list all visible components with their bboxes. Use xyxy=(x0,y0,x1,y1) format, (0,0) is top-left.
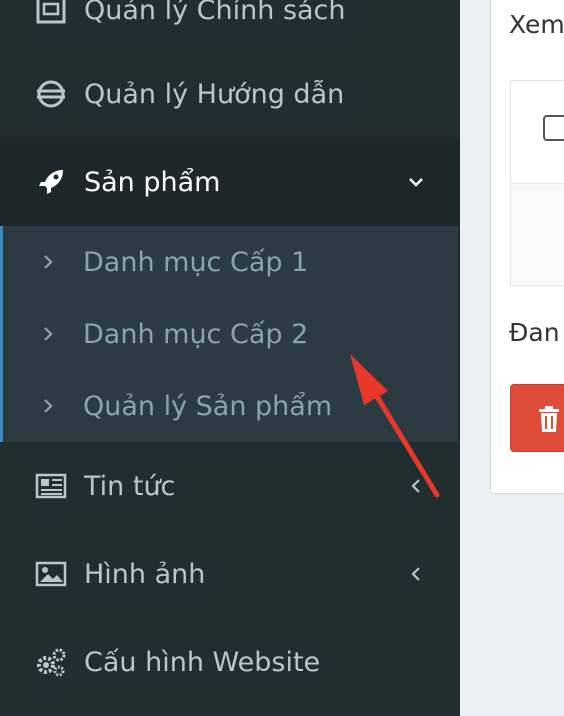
building-icon xyxy=(34,0,68,27)
sidebar-item-guide-management[interactable]: Quản lý Hướng dẫn xyxy=(0,50,460,138)
data-table xyxy=(510,80,564,286)
sidebar-item-news[interactable]: Tin tức xyxy=(0,442,460,530)
sidebar-item-products[interactable]: Sản phẩm xyxy=(0,138,460,226)
selected-label: Đan xyxy=(509,318,560,347)
sidebar: Quản lý Chính sách Quản lý Hướng dẫn Sản… xyxy=(0,0,460,716)
chevron-right-icon xyxy=(44,327,53,341)
sidebar-item-label: Sản phẩm xyxy=(84,166,221,198)
trash-icon xyxy=(539,406,559,432)
submenu-item-category-level-2[interactable]: Danh mục Cấp 2 xyxy=(3,298,458,370)
chevron-left-icon xyxy=(404,474,428,498)
table-header xyxy=(511,81,564,184)
sidebar-item-label: Quản lý Hướng dẫn xyxy=(84,78,345,110)
sidebar-item-label: Hình ảnh xyxy=(84,558,206,590)
submenu-item-product-management[interactable]: Quản lý Sản phẩm xyxy=(3,370,458,442)
sidebar-item-label: Cấu hình Website xyxy=(84,646,321,678)
chevron-down-icon xyxy=(404,170,428,194)
submenu-item-label: Danh mục Cấp 2 xyxy=(83,318,309,350)
view-label: Xem xyxy=(509,10,564,39)
submenu-item-label: Danh mục Cấp 1 xyxy=(83,246,309,278)
sidebar-item-website-settings[interactable]: Cấu hình Website xyxy=(0,618,460,706)
newspaper-icon xyxy=(34,469,68,503)
globe-icon xyxy=(34,77,68,111)
delete-button[interactable] xyxy=(510,384,564,452)
chevron-right-icon xyxy=(44,255,53,269)
submenu-item-label: Quản lý Sản phẩm xyxy=(83,390,333,422)
sidebar-item-label: Tin tức xyxy=(84,470,176,502)
rocket-icon xyxy=(34,165,68,199)
main-content: Xem Đan xyxy=(460,0,564,716)
chevron-left-icon xyxy=(404,562,428,586)
chevron-right-icon xyxy=(44,399,53,413)
table-row xyxy=(511,185,564,285)
submenu-item-category-level-1[interactable]: Danh mục Cấp 1 xyxy=(3,226,458,298)
gears-icon xyxy=(34,645,68,679)
sidebar-item-label: Quản lý Chính sách xyxy=(84,0,346,26)
products-submenu: Danh mục Cấp 1 Danh mục Cấp 2 Quản lý Sả… xyxy=(0,226,458,442)
image-icon xyxy=(34,557,68,591)
select-all-checkbox[interactable] xyxy=(543,115,564,141)
sidebar-item-policy-management[interactable]: Quản lý Chính sách xyxy=(0,0,460,54)
sidebar-item-images[interactable]: Hình ảnh xyxy=(0,530,460,618)
